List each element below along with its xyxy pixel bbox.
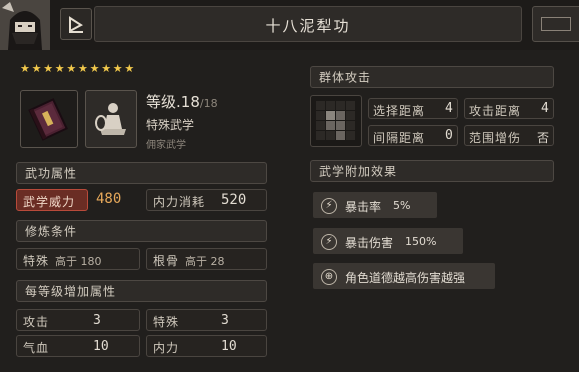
per-level-item: 特殊 3 — [146, 309, 267, 331]
per-level-value: 10 — [93, 339, 109, 354]
cost-label: 内力消耗 — [153, 195, 206, 209]
flag-icon — [69, 16, 83, 33]
effect-item: ⊕ 角色道德越高伤害越强 — [313, 263, 495, 289]
side-tab-icon — [541, 17, 571, 31]
effect-value: 150% — [405, 235, 437, 248]
level-value: .18 — [176, 93, 200, 111]
cost-value: 520 — [221, 192, 247, 208]
requirement-text: 高于 28 — [185, 255, 225, 268]
power-value: 480 — [96, 191, 122, 207]
per-level-item: 气血 10 — [16, 335, 140, 357]
requirements-header: 修炼条件 — [16, 220, 267, 242]
area-stat: 攻击距离 4 — [464, 98, 554, 119]
star-icon: ★ — [89, 62, 100, 75]
star-icon: ★ — [66, 62, 77, 75]
star-icon: ★ — [20, 62, 30, 75]
effect-name: 角色道德越高伤害越强 — [345, 271, 466, 285]
effect-item: ⚡ 暴击率 5% — [313, 192, 437, 218]
star-icon: ★ — [101, 62, 112, 75]
star-icon: ★ — [31, 62, 42, 75]
effect-name: 暴击伤害 — [345, 236, 394, 250]
stance-slot[interactable] — [85, 90, 137, 148]
level-max: /18 — [199, 97, 218, 110]
skill-book-slot[interactable] — [20, 90, 78, 148]
power-stat: 武学威力 480 — [16, 189, 140, 211]
requirement-text: 高于 180 — [55, 255, 102, 268]
area-pattern-grid — [310, 95, 362, 147]
area-stat-value: 4 — [541, 101, 549, 116]
area-stat: 选择距离 4 — [368, 98, 458, 119]
power-label-box: 武学威力 — [16, 189, 88, 211]
effect-name: 暴击率 — [345, 200, 382, 214]
star-icon: ★ — [43, 62, 54, 75]
per-level-label: 特殊 — [153, 315, 180, 329]
lightning-icon: ⚡ — [321, 198, 337, 214]
book-icon — [28, 98, 68, 141]
per-level-header: 每等级增加属性 — [16, 280, 267, 302]
area-stat-value: 否 — [537, 131, 550, 145]
lightning-icon: ⚡ — [321, 234, 337, 250]
requirement-item: 根骨 高于 28 — [146, 248, 267, 270]
star-rating: ★ ★ ★ ★ ★ ★ ★ ★ ★ ★ — [20, 63, 140, 75]
meditating-figure-icon — [95, 103, 126, 135]
cost-stat: 内力消耗 520 — [146, 189, 267, 211]
skill-category: 特殊武学 — [146, 118, 195, 132]
area-stat-label: 攻击距离 — [469, 104, 522, 118]
per-level-item: 内力 10 — [146, 335, 267, 357]
area-stat: 范围增伤 否 — [464, 125, 554, 146]
area-stat-value: 0 — [445, 128, 453, 143]
flag-button[interactable] — [60, 8, 92, 40]
per-level-label: 攻击 — [23, 315, 50, 329]
avatar[interactable] — [0, 0, 50, 50]
star-icon: ★ — [112, 62, 123, 75]
area-stat-label: 范围增伤 — [469, 131, 522, 145]
effects-header: 武学附加效果 — [310, 160, 554, 182]
area-stat-label: 间隔距离 — [373, 131, 426, 145]
level-display: 等级.18/18 — [146, 91, 246, 111]
power-label: 武学威力 — [23, 195, 76, 209]
area-attack-header: 群体攻击 — [310, 66, 554, 88]
effect-value: 5% — [393, 199, 411, 212]
skill-faction: 佣家武学 — [146, 140, 186, 151]
effect-item: ⚡ 暴击伤害 150% — [313, 228, 463, 254]
page-title: 十八泥犁功 — [265, 17, 351, 35]
per-level-value: 10 — [221, 339, 237, 354]
attributes-header: 武功属性 — [16, 162, 267, 184]
per-level-label: 内力 — [153, 341, 180, 355]
per-level-label: 气血 — [23, 341, 50, 355]
star-icon: ★ — [78, 62, 88, 75]
side-tab-button[interactable] — [532, 6, 579, 42]
level-label: 等级 — [146, 93, 177, 111]
star-icon: ★ — [124, 62, 135, 75]
area-stat-label: 选择距离 — [373, 104, 426, 118]
per-level-item: 攻击 3 — [16, 309, 140, 331]
area-stat: 间隔距离 0 — [368, 125, 458, 146]
star-icon: ★ — [54, 62, 65, 75]
title-bar: 十八泥犁功 — [94, 6, 522, 42]
target-icon: ⊕ — [321, 269, 337, 285]
requirement-label: 根骨 — [153, 254, 180, 268]
per-level-value: 3 — [93, 313, 101, 328]
area-stat-value: 4 — [445, 101, 453, 116]
requirement-item: 特殊 高于 180 — [16, 248, 140, 270]
requirement-label: 特殊 — [23, 254, 50, 268]
per-level-value: 3 — [221, 313, 229, 328]
